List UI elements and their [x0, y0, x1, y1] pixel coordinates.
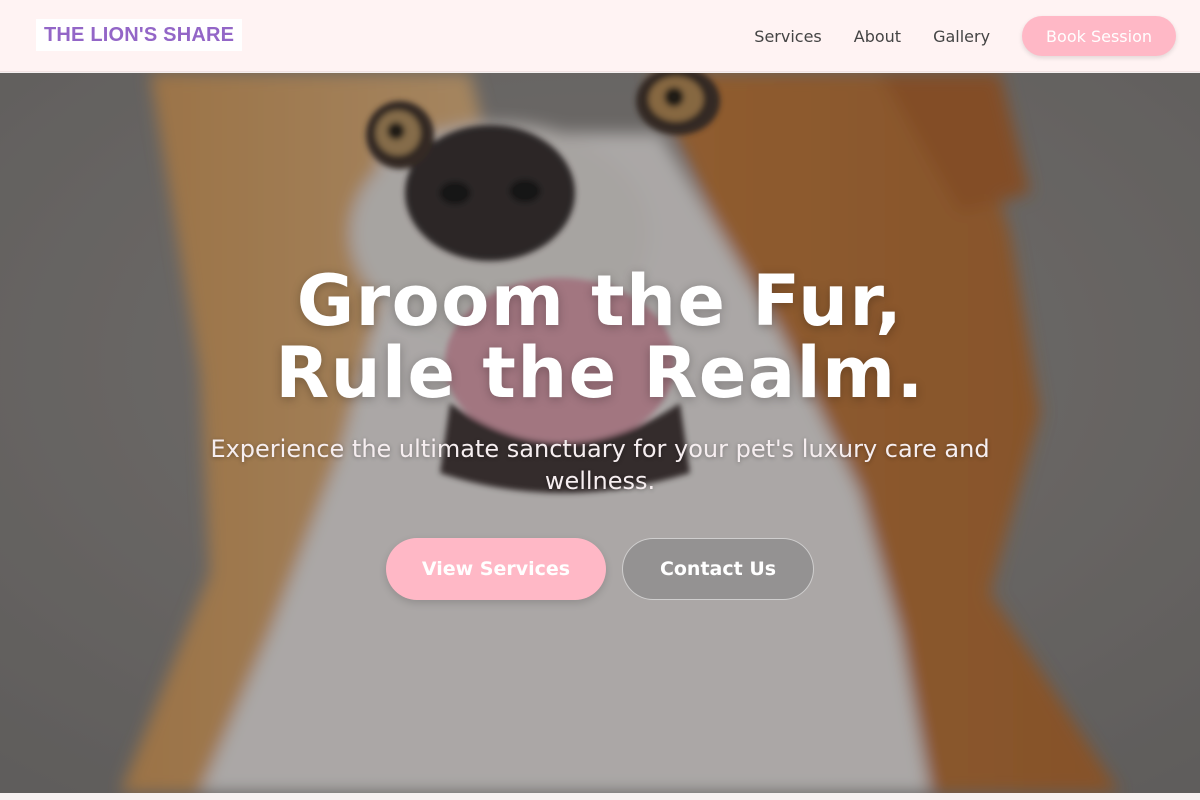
headline-line-1: Groom the Fur,: [296, 260, 904, 342]
book-session-button[interactable]: Book Session: [1022, 16, 1176, 56]
contact-us-button[interactable]: Contact Us: [622, 538, 814, 600]
brand-logo[interactable]: THE LION'S SHARE: [36, 19, 243, 51]
hero-section: Groom the Fur, Rule the Realm. Experienc…: [0, 73, 1200, 793]
site-header: THE LION'S SHARE Services About Gallery …: [0, 0, 1200, 72]
nav-link-services[interactable]: Services: [754, 27, 821, 46]
page-bottom-edge: [0, 793, 1200, 800]
hero-subheadline: Experience the ultimate sanctuary for yo…: [210, 435, 990, 495]
nav-link-about[interactable]: About: [854, 27, 901, 46]
main-nav: Services About Gallery Book Session: [754, 16, 1176, 56]
hero-content: Groom the Fur, Rule the Realm. Experienc…: [0, 73, 1200, 793]
hero-headline: Groom the Fur, Rule the Realm.: [0, 265, 1200, 409]
headline-line-2: Rule the Realm.: [275, 332, 925, 414]
nav-link-gallery[interactable]: Gallery: [933, 27, 990, 46]
view-services-button[interactable]: View Services: [386, 538, 606, 600]
